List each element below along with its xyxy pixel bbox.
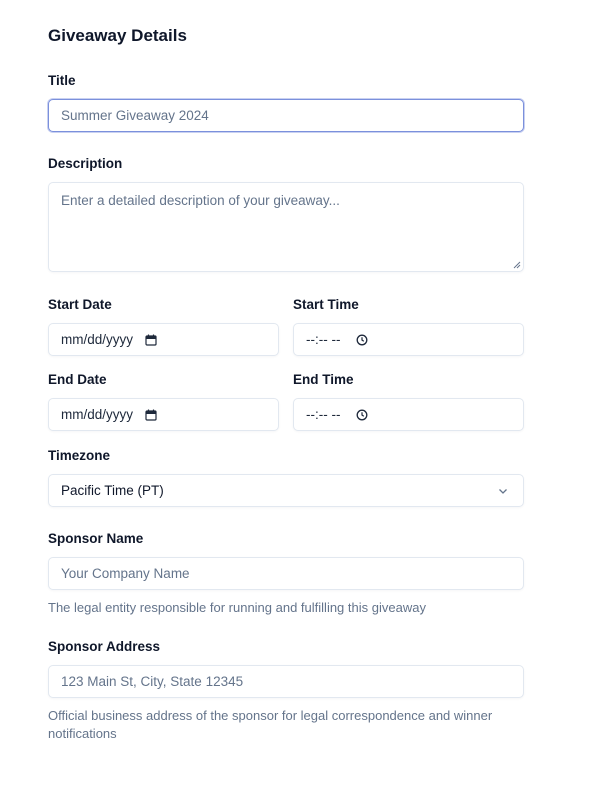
calendar-icon[interactable]	[145, 409, 157, 421]
end-time-group: End Time --:-- --	[293, 371, 524, 431]
sponsor-address-help: Official business address of the sponsor…	[48, 708, 493, 741]
sponsor-name-help: The legal entity responsible for running…	[48, 600, 426, 615]
giveaway-form: Giveaway Details Title Summer Giveaway 2…	[48, 24, 524, 741]
title-label: Title	[48, 73, 76, 88]
timezone-group: Timezone Pacific Time (PT)	[48, 447, 524, 507]
sponsor-name-group: Sponsor Name Your Company Name The legal…	[48, 530, 524, 617]
timezone-label: Timezone	[48, 448, 111, 463]
sponsor-name-label: Sponsor Name	[48, 531, 144, 546]
sponsor-name-input[interactable]: Your Company Name	[48, 557, 524, 590]
start-date-label: Start Date	[48, 297, 112, 312]
description-field-group: Description Enter a detailed description…	[48, 155, 524, 272]
end-date-value: mm/dd/yyyy	[61, 407, 134, 422]
clock-icon[interactable]	[356, 334, 368, 346]
resize-handle-icon[interactable]	[513, 261, 521, 269]
description-label: Description	[48, 156, 123, 171]
timezone-select[interactable]: Pacific Time (PT)	[48, 474, 524, 507]
timezone-selected: Pacific Time (PT)	[61, 483, 164, 498]
end-date-input[interactable]: mm/dd/yyyy	[48, 398, 279, 431]
chevron-down-icon	[499, 488, 507, 494]
end-time-value: --:-- --	[306, 407, 341, 422]
form-title: Giveaway Details	[48, 26, 187, 45]
calendar-icon[interactable]	[145, 334, 157, 346]
sponsor-address-group: Sponsor Address 123 Main St, City, State…	[48, 638, 524, 743]
start-date-input[interactable]: mm/dd/yyyy	[48, 323, 279, 356]
description-placeholder: Enter a detailed description of your giv…	[61, 193, 340, 208]
end-date-group: End Date mm/dd/yyyy	[48, 371, 279, 431]
end-time-label: End Time	[293, 372, 354, 387]
title-field-group: Title Summer Giveaway 2024	[48, 72, 524, 132]
start-time-input[interactable]: --:-- --	[293, 323, 524, 356]
clock-icon[interactable]	[356, 409, 368, 421]
title-input[interactable]: Summer Giveaway 2024	[48, 99, 524, 132]
giveaway-page: Giveaway Details Title Summer Giveaway 2…	[0, 0, 590, 812]
description-textarea[interactable]: Enter a detailed description of your giv…	[48, 182, 524, 272]
sponsor-address-label: Sponsor Address	[48, 639, 161, 654]
end-date-label: End Date	[48, 372, 107, 387]
start-date-value: mm/dd/yyyy	[61, 332, 134, 347]
start-time-label: Start Time	[293, 297, 359, 312]
start-time-value: --:-- --	[306, 332, 341, 347]
start-date-group: Start Date mm/dd/yyyy	[48, 296, 279, 356]
start-time-group: Start Time --:-- --	[293, 296, 524, 356]
sponsor-address-input[interactable]: 123 Main St, City, State 12345	[48, 665, 524, 698]
end-time-input[interactable]: --:-- --	[293, 398, 524, 431]
